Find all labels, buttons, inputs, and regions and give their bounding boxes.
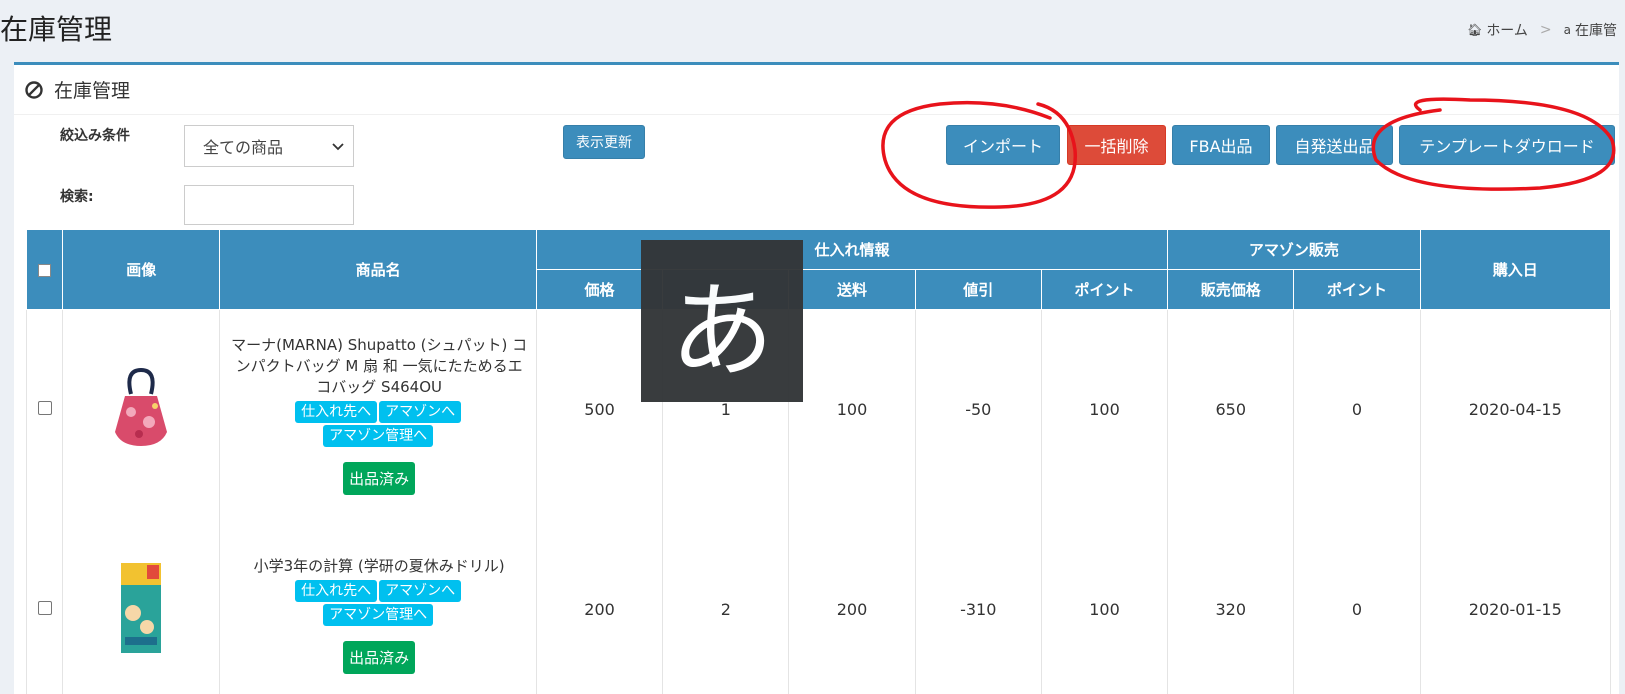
bag-product-image <box>115 367 168 446</box>
row-select-cell <box>25 509 64 694</box>
points-cell: 100 <box>1040 309 1169 510</box>
box-header: 在庫管理 <box>14 65 1619 115</box>
row-select-cell <box>25 309 64 510</box>
header-product-name: 商品名 <box>219 229 537 310</box>
search-label: 検索: <box>60 189 94 205</box>
select-all-header <box>25 229 64 310</box>
points-cell: 100 <box>1040 509 1169 694</box>
amazon-icon: a <box>1563 23 1571 37</box>
amazon-admin-link[interactable]: アマゾン管理へ <box>323 424 434 447</box>
product-image-cell <box>62 309 221 510</box>
table-row: マーナ(MARNA) Shupatto (シュパット) コンパクトバッグ M 扇… <box>25 309 1612 510</box>
supplier-link[interactable]: 仕入れ先へ <box>295 400 378 423</box>
product-name-cell: マーナ(MARNA) Shupatto (シュパット) コンパクトバッグ M 扇… <box>219 309 537 510</box>
inventory-box: 在庫管理 絞込み条件 全ての商品 表示更新 検索: インポート 一括削除 FBA… <box>14 62 1619 694</box>
refresh-button[interactable]: 表示更新 <box>563 125 645 159</box>
home-icon: 🏠︎ <box>1467 23 1483 37</box>
header-discount: 値引 <box>914 269 1042 310</box>
purchase-date-cell: 2020-01-15 <box>1419 509 1612 694</box>
amazon-link[interactable]: アマゾンへ <box>379 400 462 423</box>
amazon-points-cell: 0 <box>1293 309 1421 510</box>
row-checkbox[interactable] <box>37 401 52 416</box>
price-cell: 200 <box>535 509 664 694</box>
product-name: 小学3年の計算 (学研の夏休みドリル) <box>253 556 505 575</box>
import-button[interactable]: インポート <box>946 125 1060 165</box>
breadcrumb-current: 在庫管 <box>1575 23 1617 39</box>
product-name-cell: 小学3年の計算 (学研の夏休みドリル) 仕入れ先へ アマゾンへ アマゾン管理へ 出… <box>219 509 537 694</box>
purchase-date-cell: 2020-04-15 <box>1419 309 1612 510</box>
listed-status-badge: 出品済み <box>343 461 416 495</box>
discount-cell: -50 <box>914 309 1042 510</box>
listed-status-badge: 出品済み <box>343 640 416 674</box>
header-amazon-points: ポイント <box>1293 269 1421 310</box>
breadcrumb-home[interactable]: ホーム <box>1486 20 1528 40</box>
sale-price-cell: 320 <box>1167 509 1295 694</box>
header-amazon-sales: アマゾン販売 <box>1167 229 1421 270</box>
header-image: 画像 <box>62 229 221 310</box>
product-filter-value: 全ての商品 <box>203 138 284 157</box>
product-name: マーナ(MARNA) Shupatto (シュパット) コンパクトバッグ M 扇… <box>231 335 528 396</box>
drill-book-image <box>121 562 162 653</box>
shipping-cell: 200 <box>788 509 916 694</box>
amazon-link[interactable]: アマゾンへ <box>379 579 462 602</box>
box-title: 在庫管理 <box>54 80 131 102</box>
table-row: 小学3年の計算 (学研の夏休みドリル) 仕入れ先へ アマゾンへ アマゾン管理へ 出… <box>25 509 1612 694</box>
discount-cell: -310 <box>914 509 1042 694</box>
product-image-cell <box>62 509 221 694</box>
header-sale-price: 販売価格 <box>1167 269 1295 310</box>
row-checkbox[interactable] <box>37 601 52 615</box>
search-input[interactable] <box>184 185 354 225</box>
chevron-down-icon <box>332 143 344 151</box>
filter-label: 絞込み条件 <box>60 128 130 144</box>
amazon-points-cell: 0 <box>1293 509 1421 694</box>
header-purchase-date: 購入日 <box>1419 229 1612 310</box>
header-points: ポイント <box>1040 269 1169 310</box>
header-shipping: 送料 <box>788 269 916 310</box>
bulk-delete-button[interactable]: 一括削除 <box>1067 125 1166 165</box>
header-purchase-info: 仕入れ情報 <box>535 229 1169 270</box>
breadcrumb-separator: > <box>1539 22 1552 38</box>
inventory-table: 画像 商品名 仕入れ情報 アマゾン販売 購入日 価格 送料 値引 ポイント 販売… <box>25 229 1612 694</box>
amazon-admin-link[interactable]: アマゾン管理へ <box>323 603 434 626</box>
select-all-checkbox[interactable] <box>38 263 52 277</box>
ban-icon <box>25 80 43 99</box>
breadcrumb: 🏠︎ ホーム > a 在庫管 <box>1467 20 1617 40</box>
self-ship-listing-button[interactable]: 自発送出品 <box>1276 125 1393 165</box>
supplier-link[interactable]: 仕入れ先へ <box>295 579 378 602</box>
ime-indicator: あ <box>641 240 803 402</box>
product-filter-select[interactable]: 全ての商品 <box>184 125 354 167</box>
sale-price-cell: 650 <box>1167 309 1295 510</box>
shipping-cell: 100 <box>788 309 916 510</box>
fba-listing-button[interactable]: FBA出品 <box>1172 125 1270 165</box>
quantity-cell: 2 <box>662 509 790 694</box>
template-download-button[interactable]: テンプレートダウロード <box>1399 125 1615 165</box>
page-title: 在庫管理 <box>0 13 113 46</box>
